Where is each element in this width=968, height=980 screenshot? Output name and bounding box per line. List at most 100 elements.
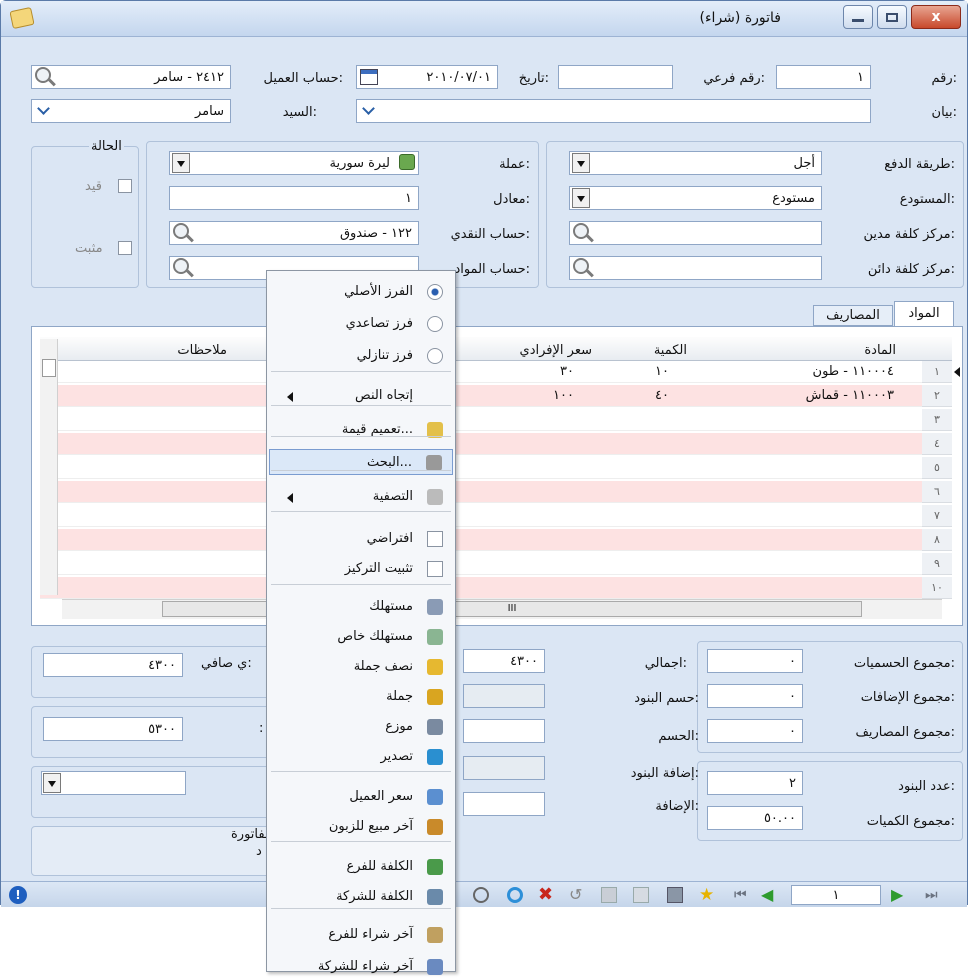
table-row[interactable] [40, 385, 922, 407]
menu-item-consumer[interactable]: مستهلك [269, 594, 453, 620]
search-icon[interactable] [173, 258, 189, 274]
posted-label: مثبت [75, 241, 103, 256]
radio-off-icon [427, 348, 443, 364]
menu-item-branch-cost[interactable]: الكلفة للفرع [269, 854, 453, 880]
save-icon[interactable] [667, 887, 683, 903]
cell-item[interactable]: ١١٠٠٠٤ - طون [813, 364, 894, 379]
menu-item-half-wholesale[interactable]: نصف جملة [269, 654, 453, 680]
menu-item-original-sort[interactable]: الفرز الأصلي [269, 279, 453, 305]
search-icon[interactable] [573, 223, 589, 239]
table-row[interactable] [40, 553, 922, 575]
cell-price[interactable]: ٣٠ [560, 364, 574, 379]
menu-item-customer-price[interactable]: سعر العميل [269, 784, 453, 810]
menu-item-generalize-value[interactable]: تعميم قيمة... [269, 417, 453, 443]
dropdown-arrow-icon[interactable] [572, 188, 590, 208]
menu-item-default[interactable]: افتراضي [269, 526, 453, 552]
customer-account-field[interactable]: ٢٤١٢ - سامر [31, 65, 231, 89]
menu-item-branch-last-purchase[interactable]: آخر شراء للفرع [269, 922, 453, 948]
credit-cost-field[interactable] [569, 256, 822, 280]
search-icon[interactable] [35, 67, 51, 83]
copy-icon[interactable] [633, 887, 649, 903]
table-row[interactable] [40, 529, 922, 551]
previous-record-icon[interactable]: ◀ [761, 887, 777, 903]
payment-field[interactable]: أجل [569, 151, 822, 175]
dropdown-arrow-icon[interactable] [43, 773, 61, 793]
column-header-item[interactable]: المادة [864, 339, 896, 361]
menu-item-pin-focus[interactable]: تثبيت التركيز [269, 556, 453, 582]
scroll-thumb[interactable] [42, 359, 56, 377]
option-field[interactable] [41, 771, 186, 795]
branch-cost-icon [427, 859, 443, 875]
posted-checkbox[interactable] [118, 241, 132, 255]
column-header-notes[interactable]: ملاحظات [177, 339, 227, 361]
context-menu: الفرز الأصلي فرز تصاعدي فرز تنازلي إتجاه ال… [266, 270, 456, 975]
menu-item-label: جملة [386, 689, 413, 704]
table-row[interactable] [40, 457, 922, 479]
menu-item-search[interactable]: البحث... [269, 449, 453, 475]
currency-field[interactable]: ليرة سورية [169, 151, 419, 175]
last-record-icon[interactable]: ⏭ [925, 887, 941, 903]
recorded-checkbox[interactable] [118, 179, 132, 193]
table-row[interactable] [40, 409, 922, 431]
menu-item-distributor[interactable]: موزع [269, 714, 453, 740]
column-header-price[interactable]: سعر الإفرادي [520, 339, 592, 361]
maximize-button[interactable] [877, 5, 907, 29]
dropdown-arrow-icon[interactable] [572, 153, 590, 173]
debit-cost-field[interactable] [569, 221, 822, 245]
delete-icon[interactable]: ✖ [538, 886, 554, 904]
row-pointer-icon [954, 367, 960, 377]
addition-field[interactable] [463, 792, 545, 816]
close-button[interactable]: x [911, 5, 961, 29]
row-number: ٢ [922, 385, 952, 407]
statement-field[interactable] [356, 99, 871, 123]
calendar-icon[interactable] [360, 69, 378, 85]
table-row[interactable] [40, 505, 922, 527]
extra-label: د [256, 844, 262, 859]
tab-expenses[interactable]: المصاريف [813, 305, 893, 326]
menu-item-special-consumer[interactable]: مستهلك خاص [269, 624, 453, 650]
table-row[interactable] [40, 433, 922, 455]
tab-materials[interactable]: المواد [894, 301, 954, 326]
subnumber-field[interactable] [558, 65, 673, 89]
warehouse-field[interactable]: مستودع [569, 186, 822, 210]
menu-item-sort-descending[interactable]: فرز تنازلي [269, 343, 453, 369]
page-field[interactable]: ١ [791, 885, 881, 905]
table-row[interactable] [40, 577, 922, 599]
search-icon[interactable] [173, 223, 189, 239]
menu-item-label: افتراضي [366, 531, 413, 546]
cell-qty[interactable]: ٤٠ [655, 388, 669, 403]
next-record-icon[interactable]: ▶ [891, 887, 907, 903]
equivalent-field[interactable]: ١ [169, 186, 419, 210]
first-record-icon[interactable]: ⏮ [734, 887, 750, 903]
info-icon[interactable]: ! [9, 886, 27, 904]
menu-item-last-sale[interactable]: آخر مبيع للزبون [269, 814, 453, 840]
menu-item-company-cost[interactable]: الكلفة للشركة [269, 884, 453, 910]
menu-item-company-last-purchase[interactable]: آخر شراء للشركة [269, 954, 453, 980]
binoculars-icon[interactable] [473, 887, 489, 903]
items-grid[interactable]: المادة الكمية سعر الإفرادي ملاحظات ١ ١١٠٠… [31, 326, 963, 626]
column-header-qty[interactable]: الكمية [654, 339, 687, 361]
minimize-button[interactable] [843, 5, 873, 29]
menu-item-filter[interactable]: التصفية [269, 484, 453, 510]
vertical-scrollbar[interactable] [40, 339, 58, 595]
number-field[interactable]: ١ [776, 65, 871, 89]
menu-item-sort-ascending[interactable]: فرز تصاعدي [269, 311, 453, 337]
refresh-icon[interactable] [507, 887, 523, 903]
paste-icon[interactable] [601, 887, 617, 903]
table-row[interactable] [40, 361, 922, 383]
discount-field[interactable] [463, 719, 545, 743]
menu-item-label: نصف جملة [353, 659, 413, 674]
menu-item-wholesale[interactable]: جملة [269, 684, 453, 710]
row-number: ٩ [922, 553, 952, 575]
undo-icon[interactable]: ↺ [569, 887, 585, 903]
cell-price[interactable]: ١٠٠ [553, 388, 574, 403]
menu-item-export[interactable]: تصدير [269, 744, 453, 770]
table-row[interactable] [40, 481, 922, 503]
cash-account-field[interactable]: ١٢٢ - صندوق [169, 221, 419, 245]
star-icon[interactable]: ★ [699, 887, 715, 904]
mister-field[interactable]: سامر [31, 99, 231, 123]
search-icon[interactable] [573, 258, 589, 274]
cell-qty[interactable]: ١٠ [655, 364, 669, 379]
cell-item[interactable]: ١١٠٠٠٣ - قماش [806, 388, 894, 403]
dropdown-arrow-icon[interactable] [172, 153, 190, 173]
